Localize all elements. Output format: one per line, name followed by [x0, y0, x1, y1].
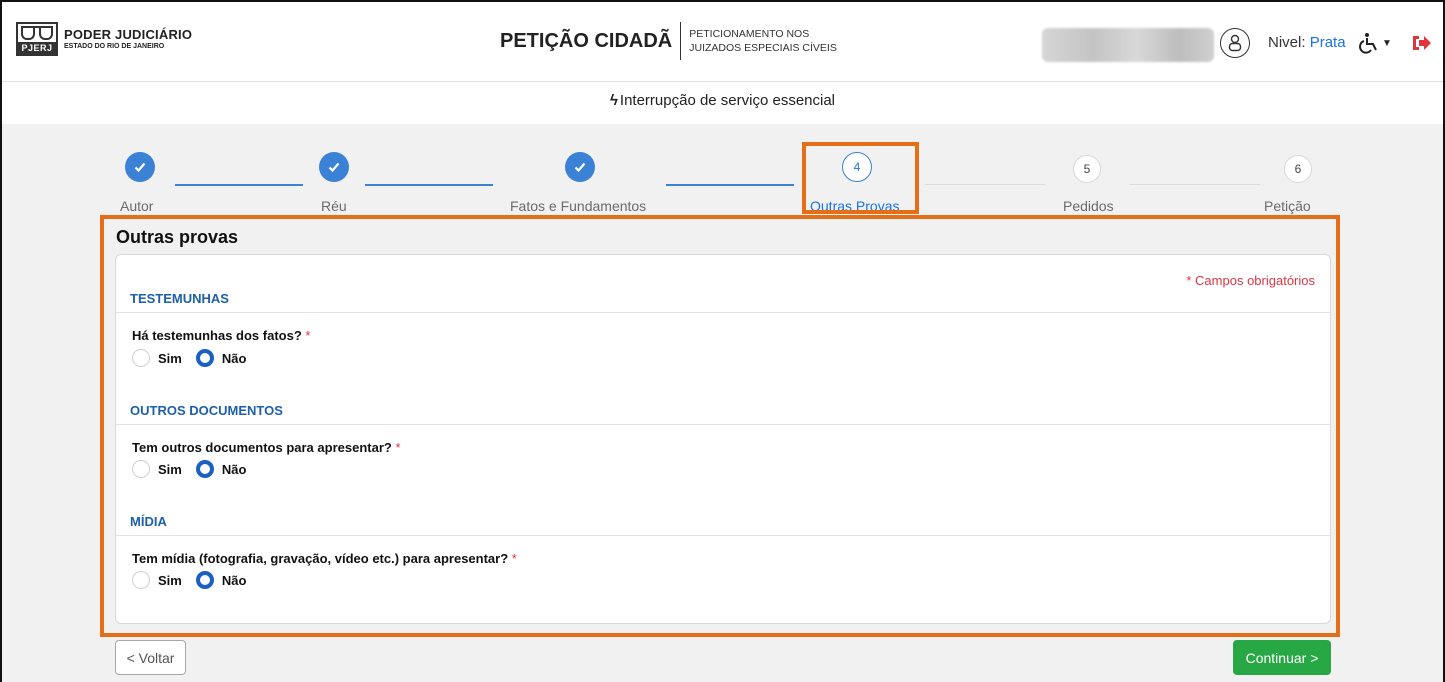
required-marker: * — [395, 440, 401, 455]
step-1-done[interactable] — [125, 152, 155, 182]
service-alert: ϟ Interrupção de serviço essencial — [2, 82, 1443, 124]
radio-documentos-nao[interactable] — [195, 460, 214, 478]
back-button[interactable]: < Voltar — [115, 640, 186, 675]
required-fields-note: * Campos obrigatórios — [1186, 273, 1315, 288]
step-label-peticao[interactable]: Petição — [1264, 198, 1311, 214]
step-connector — [365, 184, 493, 186]
form-card: * Campos obrigatórios TESTEMUNHAS Há tes… — [115, 254, 1331, 624]
step-connector — [175, 184, 303, 186]
check-icon — [574, 162, 586, 173]
chevron-down-icon: ▼ — [1382, 37, 1392, 49]
highlight-box-step — [802, 142, 919, 214]
scales-logo-icon: PJERJ — [16, 22, 58, 56]
question-midia: Tem mídia (fotografia, gravação, vídeo e… — [132, 551, 517, 566]
radio-midia-sim[interactable] — [132, 571, 150, 589]
app-brand: PETIÇÃO CIDADÃ PETICIONAMENTO NOS JUIZAD… — [500, 22, 859, 60]
group-title-midia: MÍDIA — [130, 514, 167, 529]
divider — [116, 535, 1330, 536]
radio-midia-nao[interactable] — [195, 571, 214, 589]
radio-group-outros-documentos: Sim Não — [132, 460, 260, 478]
radio-label-sim[interactable]: Sim — [158, 351, 182, 366]
bolt-icon: ϟ — [609, 92, 618, 109]
radio-label-sim[interactable]: Sim — [158, 462, 182, 477]
top-header: PJERJ PODER JUDICIÁRIO ESTADO DO RIO DE … — [2, 2, 1443, 82]
level-label: Nivel: — [1268, 34, 1306, 51]
logo-subtitle: ESTADO DO RIO DE JANEIRO — [64, 43, 165, 50]
question-text: Tem mídia (fotografia, gravação, vídeo e… — [132, 551, 509, 566]
step-5-pending[interactable]: 5 — [1073, 155, 1101, 183]
app-subtitle: PETICIONAMENTO NOS JUIZADOS ESPECIAIS CÍ… — [689, 28, 837, 54]
radio-label-nao[interactable]: Não — [222, 351, 247, 366]
radio-label-nao[interactable]: Não — [222, 573, 247, 588]
divider — [116, 312, 1330, 313]
step-connector — [666, 184, 794, 186]
divider — [116, 424, 1330, 425]
step-label-reu[interactable]: Réu — [321, 198, 347, 214]
step-6-pending[interactable]: 6 — [1284, 155, 1312, 183]
logout-icon[interactable] — [1410, 32, 1432, 54]
group-title-testemunhas: TESTEMUNHAS — [130, 291, 229, 306]
page-title: Outras provas — [116, 227, 239, 247]
app-title: PETIÇÃO CIDADÃ — [500, 22, 682, 60]
user-name-redacted — [1042, 28, 1214, 62]
radio-testemunhas-nao[interactable] — [195, 349, 214, 367]
step-connector — [1130, 184, 1260, 185]
step-connector — [925, 184, 1045, 185]
step-2-done[interactable] — [319, 152, 349, 182]
required-marker: * — [305, 328, 311, 343]
radio-label-nao[interactable]: Não — [222, 462, 247, 477]
level-value: Prata — [1309, 34, 1346, 51]
check-icon — [134, 162, 146, 173]
question-testemunhas: Há testemunhas dos fatos? * — [132, 328, 310, 343]
radio-group-testemunhas: Sim Não — [132, 349, 260, 367]
required-marker: * — [511, 551, 517, 566]
accessibility-icon — [1359, 33, 1377, 54]
group-title-outros-documentos: OUTROS DOCUMENTOS — [130, 403, 283, 418]
question-text: Tem outros documentos para apresentar? — [132, 440, 392, 455]
logo-title: PODER JUDICIÁRIO — [64, 27, 193, 42]
pjerj-logo[interactable]: PJERJ PODER JUDICIÁRIO ESTADO DO RIO DE … — [16, 22, 192, 56]
continue-button[interactable]: Continuar > — [1233, 640, 1331, 675]
user-icon[interactable] — [1220, 28, 1250, 58]
step-label-pedidos[interactable]: Pedidos — [1063, 198, 1114, 214]
logo-badge: PJERJ — [18, 42, 56, 54]
question-outros-documentos: Tem outros documentos para apresentar? * — [132, 440, 401, 455]
accessibility-menu[interactable]: ▼ — [1358, 31, 1392, 55]
step-label-autor[interactable]: Autor — [120, 198, 153, 214]
alert-text: Interrupção de serviço essencial — [619, 92, 836, 109]
radio-label-sim[interactable]: Sim — [158, 573, 182, 588]
step-3-done[interactable] — [565, 152, 595, 182]
step-label-fatos[interactable]: Fatos e Fundamentos — [510, 198, 646, 214]
check-icon — [328, 162, 340, 173]
radio-group-midia: Sim Não — [132, 571, 260, 589]
user-level: Nivel: Prata — [1268, 34, 1346, 51]
question-text: Há testemunhas dos fatos? — [132, 328, 302, 343]
radio-documentos-sim[interactable] — [132, 460, 150, 478]
radio-testemunhas-sim[interactable] — [132, 349, 150, 367]
